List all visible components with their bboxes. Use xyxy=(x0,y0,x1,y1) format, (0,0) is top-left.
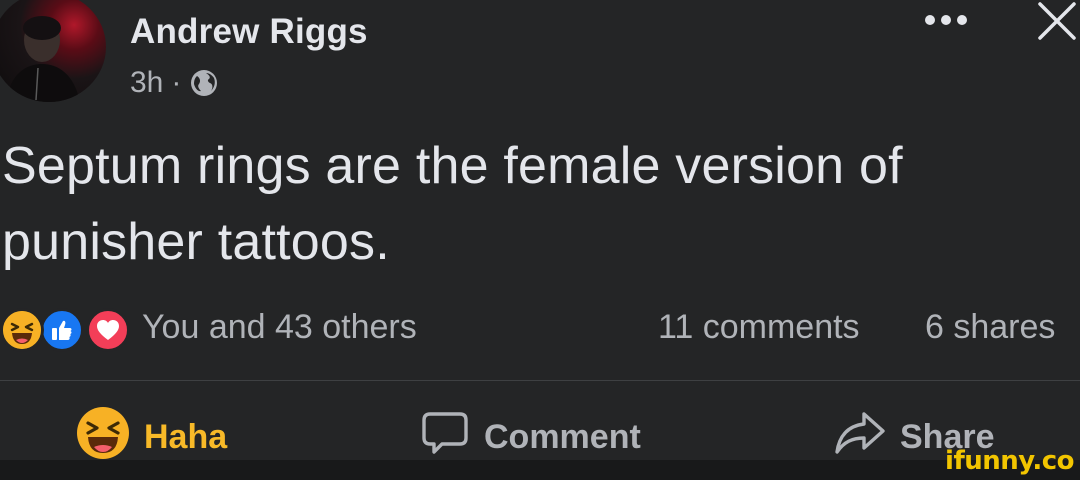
facebook-post-screen: Andrew Riggs 3h · Septum rings are the f… xyxy=(0,0,1080,480)
divider xyxy=(0,380,1080,381)
close-button[interactable] xyxy=(1034,0,1080,46)
more-options-button[interactable] xyxy=(918,4,974,40)
share-count[interactable]: 6 shares xyxy=(925,308,1055,347)
post-time[interactable]: 3h xyxy=(130,66,163,100)
share-arrow-icon xyxy=(834,410,886,465)
close-icon xyxy=(1037,1,1077,46)
comment-label: Comment xyxy=(484,417,641,456)
meta-separator: · xyxy=(171,66,182,99)
author-name[interactable]: Andrew Riggs xyxy=(130,12,368,52)
more-horizontal-icon xyxy=(924,13,968,31)
like-reaction-icon xyxy=(40,308,84,352)
post-text: Septum rings are the female version of p… xyxy=(2,137,903,271)
comment-count[interactable]: 11 comments xyxy=(658,308,860,347)
haha-reaction-icon xyxy=(0,308,44,352)
reaction-summary-text[interactable]: You and 43 others xyxy=(142,308,417,347)
reactions-summary-row: You and 43 others 11 comments 6 shares xyxy=(0,306,1080,356)
comment-button[interactable]: Comment xyxy=(420,410,641,464)
post-meta: 3h · xyxy=(130,66,219,100)
globe-icon xyxy=(189,68,219,98)
comment-bubble-icon xyxy=(420,409,470,466)
avatar[interactable] xyxy=(0,0,106,102)
haha-reaction-button[interactable]: Haha xyxy=(76,406,228,464)
bottom-bar xyxy=(0,460,1080,480)
reaction-icons[interactable] xyxy=(0,308,132,354)
ifunny-watermark: ifunny.co xyxy=(945,446,1074,476)
haha-label: Haha xyxy=(144,417,228,456)
love-reaction-icon xyxy=(86,308,130,352)
